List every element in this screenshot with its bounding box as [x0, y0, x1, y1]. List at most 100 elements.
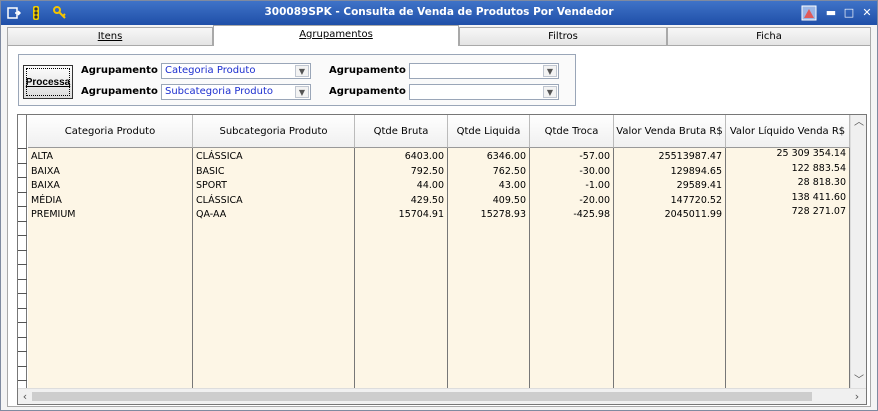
scroll-left-icon[interactable]: ‹: [18, 389, 32, 404]
grid-cell[interactable]: CLÁSSICA: [193, 150, 354, 164]
row-separator: [18, 365, 27, 367]
tab-panel: Processa Agrupamento 1 Categoria Produto…: [7, 45, 871, 407]
group1-select[interactable]: Categoria Produto ▼: [161, 63, 311, 79]
grid-cell[interactable]: 147720.52: [614, 194, 725, 208]
grid-cell[interactable]: 129894.65: [614, 165, 725, 179]
grid-cell[interactable]: MÉDIA: [28, 194, 192, 208]
row-separator: [18, 235, 27, 236]
results-grid[interactable]: Categoria Produto Subcategoria Produto Q…: [17, 114, 867, 405]
vertical-scrollbar[interactable]: ︿ ﹀: [850, 115, 866, 389]
column-categoria: ALTA BAIXA BAIXA MÉDIA PREMIUM: [28, 148, 193, 389]
column-header-categoria[interactable]: Categoria Produto: [28, 115, 193, 148]
column-header-qtde-bruta[interactable]: Qtde Bruta: [355, 115, 448, 148]
horizontal-scroll-thumb[interactable]: [32, 392, 812, 401]
grouping-box: Processa Agrupamento 1 Categoria Produto…: [18, 54, 576, 106]
grid-cell[interactable]: BAIXA: [28, 165, 192, 179]
grid-cell[interactable]: 728 271.07: [726, 205, 849, 219]
grid-cell[interactable]: 429.50: [355, 194, 447, 208]
grid-cell[interactable]: 762.50: [448, 165, 529, 179]
group3-select[interactable]: ▼: [409, 63, 559, 79]
grid-cell[interactable]: BAIXA: [28, 179, 192, 193]
chevron-down-icon[interactable]: ▼: [295, 65, 309, 77]
window-title: 300089SPK - Consulta de Venda de Produto…: [264, 6, 614, 18]
close-button[interactable]: ✕: [859, 5, 875, 21]
grid-cell[interactable]: -30.00: [530, 165, 613, 179]
row-separator: [18, 220, 27, 222]
grid-cell[interactable]: 6403.00: [355, 150, 447, 164]
grid-cell[interactable]: 409.50: [448, 194, 529, 208]
grid-cell[interactable]: 25513987.47: [614, 150, 725, 164]
column-header-valor-bruta[interactable]: Valor Venda Bruta R$: [614, 115, 726, 148]
row-separator: [18, 162, 27, 164]
row-header[interactable]: [18, 115, 27, 389]
row-separator: [18, 380, 27, 381]
row-separator: [18, 293, 27, 294]
grid-cell[interactable]: 28 818.30: [726, 176, 849, 190]
column-subcategoria: CLÁSSICA BASIC SPORT CLÁSSICA QA-AA: [193, 148, 355, 389]
grid-cell[interactable]: 138 411.60: [726, 191, 849, 205]
column-valor-liquido: 25 309 354.14 122 883.54 28 818.30 138 411.…: [726, 148, 850, 389]
grid-cell[interactable]: CLÁSSICA: [193, 194, 354, 208]
column-header-subcategoria[interactable]: Subcategoria Produto: [193, 115, 355, 148]
grid-cell[interactable]: BASIC: [193, 165, 354, 179]
row-separator: [18, 177, 27, 178]
grid-cell[interactable]: 2045011.99: [614, 208, 725, 222]
row-separator: [18, 322, 27, 323]
tab-agrupamentos[interactable]: Agrupamentos: [213, 25, 459, 46]
grid-cell[interactable]: SPORT: [193, 179, 354, 193]
grid-cell[interactable]: ALTA: [28, 150, 192, 164]
grid-cell[interactable]: 792.50: [355, 165, 447, 179]
group1-label: Agrupamento 1: [81, 65, 169, 76]
grid-cell[interactable]: 44.00: [355, 179, 447, 193]
row-separator: [18, 307, 27, 309]
grid-cell[interactable]: QA-AA: [193, 208, 354, 222]
row-separator: [18, 336, 27, 338]
grid-cell[interactable]: -57.00: [530, 150, 613, 164]
tab-itens[interactable]: Itens: [7, 27, 213, 46]
group2-label: Agrupamento 2: [81, 86, 169, 97]
grid-cell[interactable]: 29589.41: [614, 179, 725, 193]
grid-cell[interactable]: 6346.00: [448, 150, 529, 164]
grid-cell[interactable]: 25 309 354.14: [726, 147, 849, 161]
row-separator: [18, 264, 27, 265]
group3-label: Agrupamento 3: [329, 65, 417, 76]
minimize-button[interactable]: ▬: [823, 5, 839, 21]
row-separator: [18, 351, 27, 352]
column-valor-bruta: 25513987.47 129894.65 29589.41 147720.52 204…: [614, 148, 726, 389]
scroll-up-icon[interactable]: ︿: [851, 115, 866, 131]
maximize-button[interactable]: □: [841, 5, 857, 21]
chevron-down-icon[interactable]: ▼: [543, 86, 557, 98]
grid-cell[interactable]: 15278.93: [448, 208, 529, 222]
grid-cell[interactable]: 122 883.54: [726, 162, 849, 176]
group4-label: Agrupamento 4: [329, 86, 417, 97]
grid-cell[interactable]: PREMIUM: [28, 208, 192, 222]
group4-select[interactable]: ▼: [409, 84, 559, 100]
grid-cell[interactable]: -1.00: [530, 179, 613, 193]
column-qtde-troca: -57.00 -30.00 -1.00 -20.00 -425.98: [530, 148, 614, 389]
column-header-qtde-troca[interactable]: Qtde Troca: [530, 115, 614, 148]
row-separator: [18, 148, 27, 149]
row-separator: [18, 191, 27, 193]
tab-ficha[interactable]: Ficha: [667, 27, 871, 46]
app-logo-icon: [801, 5, 817, 21]
grid-cell[interactable]: -20.00: [530, 194, 613, 208]
chevron-down-icon[interactable]: ▼: [543, 65, 557, 77]
column-header-qtde-liquida[interactable]: Qtde Liquida: [448, 115, 530, 148]
group2-select[interactable]: Subcategoria Produto ▼: [161, 84, 311, 100]
column-qtde-liquida: 6346.00 762.50 43.00 409.50 15278.93: [448, 148, 530, 389]
grid-cell[interactable]: 43.00: [448, 179, 529, 193]
tab-bar: Itens Agrupamentos Filtros Ficha: [7, 25, 871, 46]
tab-filtros[interactable]: Filtros: [459, 27, 667, 46]
grid-cell[interactable]: -425.98: [530, 208, 613, 222]
title-bar: 300089SPK - Consulta de Venda de Produto…: [1, 1, 877, 25]
app-window: 300089SPK - Consulta de Venda de Produto…: [0, 0, 878, 411]
chevron-down-icon[interactable]: ▼: [295, 86, 309, 98]
process-button[interactable]: Processa: [23, 65, 73, 99]
scroll-right-icon[interactable]: ›: [850, 389, 864, 404]
horizontal-scrollbar[interactable]: ‹ ›: [18, 388, 866, 404]
row-separator: [18, 249, 27, 251]
scroll-down-icon[interactable]: ﹀: [851, 373, 866, 389]
row-separator: [18, 206, 27, 207]
grid-cell[interactable]: 15704.91: [355, 208, 447, 222]
column-header-valor-liquido[interactable]: Valor Líquido Venda R$: [726, 115, 850, 148]
